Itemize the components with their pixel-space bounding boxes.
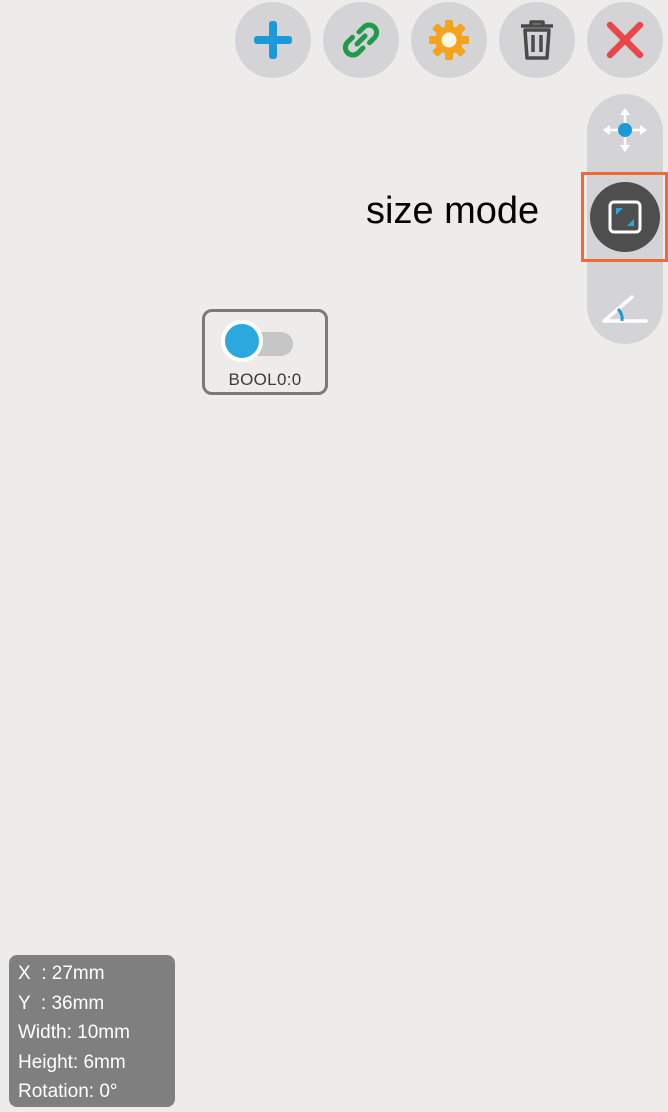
- settings-button[interactable]: [411, 2, 487, 78]
- add-button[interactable]: [235, 2, 311, 78]
- resize-square-icon: [608, 200, 642, 234]
- plus-icon: [254, 21, 292, 59]
- move-arrows-icon: [603, 108, 647, 152]
- rotate-mode-button[interactable]: [590, 270, 660, 340]
- angle-icon: [602, 295, 648, 323]
- move-mode-button[interactable]: [590, 95, 660, 165]
- widget-label: BOOL0:0: [228, 370, 302, 389]
- close-icon: [606, 21, 644, 59]
- width-readout: Width: 10mm: [18, 1022, 130, 1043]
- size-mode-button[interactable]: [590, 182, 660, 252]
- y-position-readout: Y : 36mm: [18, 992, 105, 1014]
- rotation-readout: Rotation: 0°: [18, 1081, 118, 1102]
- switch-knob: [221, 320, 263, 362]
- mode-panel: [587, 94, 663, 344]
- gear-icon: [429, 20, 469, 60]
- link-button[interactable]: [323, 2, 399, 78]
- link-icon: [342, 22, 380, 58]
- close-button[interactable]: [587, 2, 663, 78]
- properties-panel: X : 27mm Y : 36mm Width: 10mm Height: 6m…: [9, 955, 175, 1107]
- bool-toggle-widget[interactable]: BOOL0:0: [202, 309, 328, 395]
- height-readout: Height: 6mm: [18, 1051, 126, 1073]
- trash-icon: [521, 20, 553, 60]
- x-position-readout: X : 27mm: [18, 963, 105, 984]
- size-mode-callout: size mode: [366, 190, 540, 232]
- delete-button[interactable]: [499, 2, 575, 78]
